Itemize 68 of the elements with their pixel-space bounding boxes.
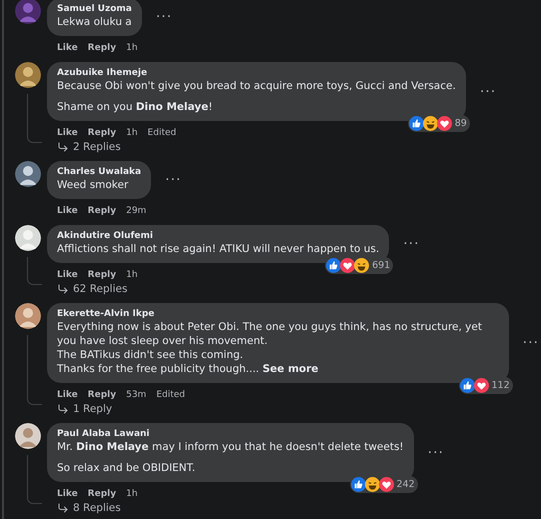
- author-name[interactable]: Ekerette-Alvin Ikpe: [57, 308, 499, 320]
- like-link[interactable]: Like: [57, 42, 78, 54]
- thread-line: [27, 94, 42, 143]
- author-name[interactable]: Akindutire Olufemi: [57, 230, 380, 242]
- author-name[interactable]: Paul Alaba Lawani: [57, 428, 404, 440]
- timestamp: 1h: [126, 488, 138, 500]
- reactions-badge[interactable]: 691: [325, 257, 394, 274]
- reply-link[interactable]: Reply: [88, 127, 116, 139]
- reply-link[interactable]: Reply: [88, 389, 116, 401]
- comment-text: Afflictions shall not rise again! ATIKU will never happen to us.: [57, 243, 380, 255]
- reply-arrow-icon: [57, 502, 69, 514]
- view-replies-link[interactable]: 8 Replies: [47, 500, 121, 514]
- comment-text: Shame on you Dino Melaye!: [57, 101, 213, 113]
- reply-link[interactable]: Reply: [88, 205, 116, 217]
- comment-text: Lekwa oluku a: [57, 16, 132, 28]
- edited-label: Edited: [148, 127, 176, 139]
- see-more-link[interactable]: See more: [262, 363, 318, 375]
- reply-arrow-icon: [57, 141, 69, 153]
- reactions-badge[interactable]: 242: [350, 476, 418, 493]
- reply-link[interactable]: Reply: [88, 42, 116, 54]
- timestamp: 1h: [126, 127, 138, 139]
- like-link[interactable]: Like: [57, 488, 78, 500]
- like-link[interactable]: Like: [57, 205, 78, 217]
- author-name[interactable]: Azubuike Ihemeje: [57, 67, 456, 79]
- reactions-badge[interactable]: 89: [408, 115, 470, 132]
- timestamp: 1h: [126, 42, 138, 54]
- like-link[interactable]: Like: [57, 269, 78, 281]
- thread-line: [27, 257, 42, 285]
- reactions-badge[interactable]: 112: [458, 377, 513, 394]
- avatar[interactable]: [15, 161, 41, 187]
- more-options-button[interactable]: ···: [161, 172, 186, 188]
- comment-text: The BATikus didn't see this coming.: [57, 349, 244, 361]
- thread-line: [27, 335, 42, 405]
- like-link[interactable]: Like: [57, 127, 78, 139]
- reply-arrow-icon: [57, 403, 69, 415]
- avatar[interactable]: [15, 303, 41, 329]
- reaction-count: 112: [492, 378, 510, 392]
- more-options-button[interactable]: ···: [518, 335, 541, 351]
- timestamp: 1h: [126, 269, 138, 281]
- comment-text: So relax and be OBIDIENT.: [57, 462, 196, 474]
- timestamp: 29m: [126, 205, 146, 217]
- comment-text: Mr. Dino Melaye may I inform you that he doesn't delete tweets!: [57, 441, 404, 453]
- reaction-count: 242: [396, 478, 415, 492]
- reply-arrow-icon: [57, 283, 69, 295]
- comment-text: Everything now is about Peter Obi. The one you guys think, has no structure, yet you have lost sleep over his movement.: [57, 321, 482, 347]
- view-replies-link[interactable]: 2 Replies: [47, 139, 121, 153]
- view-replies-link[interactable]: 62 Replies: [47, 281, 128, 295]
- edited-label: Edited: [156, 389, 186, 401]
- avatar[interactable]: [15, 225, 41, 251]
- more-options-button[interactable]: ···: [476, 84, 500, 100]
- comment-text: Because Obi won't give you bread to acquire more toys, Gucci and Versace.: [57, 80, 456, 92]
- more-options-button[interactable]: ···: [152, 9, 176, 25]
- avatar[interactable]: [15, 423, 41, 449]
- reaction-count: 89: [454, 116, 467, 130]
- like-link[interactable]: Like: [57, 389, 78, 401]
- reply-link[interactable]: Reply: [88, 488, 116, 500]
- comment-text: Weed smoker: [57, 179, 128, 191]
- timestamp: 53m: [126, 389, 146, 401]
- comment-text: Thanks for the free publicity though....: [57, 363, 260, 375]
- reply-link[interactable]: Reply: [88, 269, 116, 281]
- more-options-button[interactable]: ···: [399, 236, 424, 252]
- more-options-button[interactable]: ···: [424, 444, 448, 460]
- thread-line: [27, 455, 42, 504]
- view-replies-link[interactable]: 1 Reply: [47, 401, 112, 415]
- author-name[interactable]: Samuel Uzoma: [57, 3, 132, 15]
- avatar[interactable]: [15, 62, 41, 88]
- reaction-count: 691: [372, 258, 390, 272]
- author-name[interactable]: Charles Uwalaka: [57, 166, 142, 178]
